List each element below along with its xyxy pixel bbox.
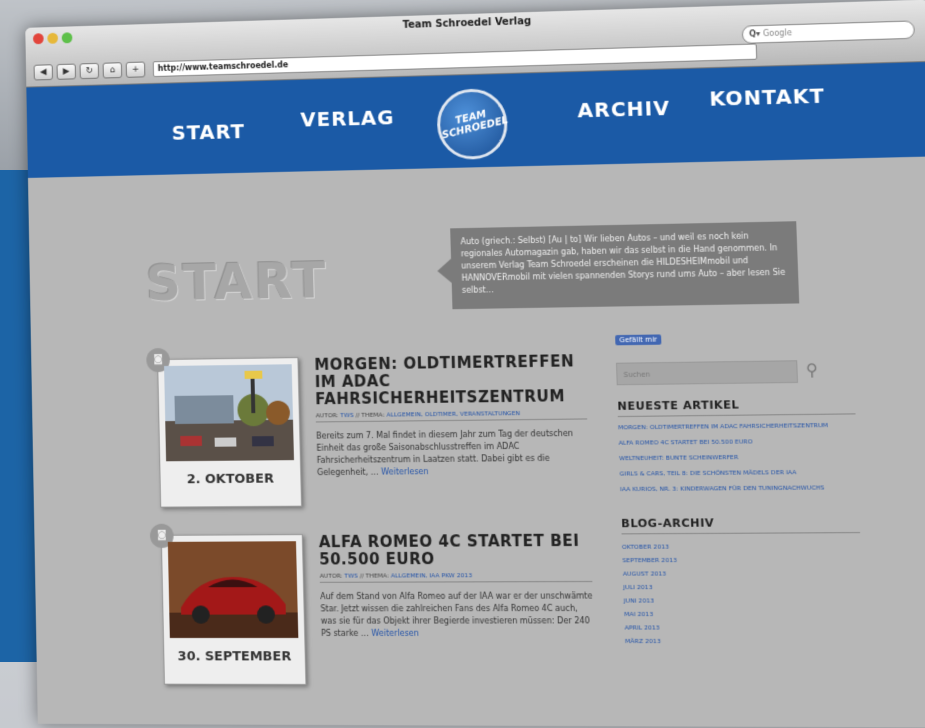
meta-author-label: AUTOR: bbox=[320, 573, 343, 580]
alfa-romeo-photo bbox=[168, 541, 299, 638]
facebook-like-button[interactable]: Gefällt mir bbox=[615, 334, 661, 345]
archive-link[interactable]: AUGUST 2013 bbox=[623, 567, 862, 581]
meta-thema-label: // THEMA: bbox=[355, 412, 384, 419]
post-meta: AUTOR: TWS // THEMA: ALLGEMEIN, OLDTIMER… bbox=[316, 409, 588, 422]
logo-text: TEAM SCHROEDEL bbox=[439, 105, 506, 141]
latest-article-link[interactable]: ALFA ROMEO 4C STARTET BEI 50.500 EURO bbox=[618, 436, 856, 448]
archive-link[interactable]: JUNI 2013 bbox=[624, 594, 863, 608]
blog-archive-heading: BLOG-ARCHIV bbox=[621, 515, 860, 534]
browser-toolbar: ◀ ▶ ↻ ⌂ + bbox=[34, 62, 146, 81]
nav-verlag[interactable]: VERLAG bbox=[300, 105, 395, 131]
latest-article-link[interactable]: WELTNEUHEIT: BUNTE SCHEINWERFER bbox=[619, 452, 857, 463]
archive-list: OKTOBER 2013 SEPTEMBER 2013 AUGUST 2013 … bbox=[622, 539, 865, 648]
sidebar: Gefällt mir Suchen ⚲ NEUESTE ARTIKEL MORG… bbox=[615, 323, 865, 648]
blog-post: ◙ 30. SEPTEMBER ALFA ROMEO 4C STARTET BE… bbox=[161, 532, 601, 534]
latest-article-link[interactable]: IAA KURIOS, NR. 3: KINDERWAGEN FÜR DEN T… bbox=[620, 483, 859, 494]
browser-search-placeholder: Google bbox=[763, 28, 792, 38]
latest-article-link[interactable]: MORGEN: OLDTIMERTREFFEN IM ADAC FAHRSICH… bbox=[618, 421, 856, 433]
meta-author-label: AUTOR: bbox=[316, 412, 339, 419]
reload-button[interactable]: ↻ bbox=[80, 63, 100, 79]
post-excerpt: Bereits zum 7. Mal findet in diesem Jahr… bbox=[316, 428, 589, 480]
search-prefix: Q▾ bbox=[749, 29, 760, 38]
latest-article-link[interactable]: GIRLS & CARS, TEIL 8: DIE SCHÖNSTEN MÄDE… bbox=[619, 467, 857, 478]
team-schroedel-logo[interactable]: TEAM SCHROEDEL bbox=[436, 88, 508, 160]
post-body: MORGEN: OLDTIMERTREFFEN IM ADAC FAHRSICH… bbox=[314, 353, 589, 479]
post-title-link[interactable]: ALFA ROMEO 4C STARTET BEI 50.500 EURO bbox=[319, 532, 592, 568]
post-body: ALFA ROMEO 4C STARTET BEI 50.500 EURO AU… bbox=[319, 532, 595, 639]
archive-link[interactable]: SEPTEMBER 2013 bbox=[622, 553, 861, 567]
excerpt-text: Bereits zum 7. Mal findet in diesem Jahr… bbox=[316, 429, 573, 477]
excerpt-text: Auf dem Stand von Alfa Romeo auf der IAA… bbox=[320, 591, 593, 638]
archive-link[interactable]: JULI 2013 bbox=[623, 580, 862, 594]
read-more-link[interactable]: Weiterlesen bbox=[371, 629, 419, 638]
post-thumbnail[interactable]: ◙ 2. OKTOBER bbox=[157, 357, 302, 508]
post-meta: AUTOR: TWS // THEMA: ALLGEMEIN, IAA PKW … bbox=[320, 572, 593, 583]
post-title-link[interactable]: MORGEN: OLDTIMERTREFFEN IM ADAC FAHRSICH… bbox=[314, 353, 587, 408]
read-more-link[interactable]: Weiterlesen bbox=[381, 467, 429, 477]
post-date: 2. OKTOBER bbox=[160, 471, 300, 487]
intro-box: Auto (griech.: Selbst) [Au | to] Wir lie… bbox=[450, 221, 799, 309]
browser-search-input[interactable]: Q▾ Google bbox=[742, 20, 915, 44]
page-title: START bbox=[145, 251, 328, 312]
author-link[interactable]: TWS bbox=[340, 412, 354, 419]
back-button[interactable]: ◀ bbox=[34, 64, 53, 80]
browser-window: Team Schroedel Verlag Q▾ Google ◀ ▶ ↻ ⌂ … bbox=[25, 0, 925, 728]
add-bookmark-button[interactable]: + bbox=[126, 62, 146, 78]
post-date: 30. SEPTEMBER bbox=[164, 649, 305, 664]
page-content: START Auto (griech.: Selbst) [Au | to] W… bbox=[28, 156, 925, 727]
forward-button[interactable]: ▶ bbox=[57, 64, 76, 80]
archive-link[interactable]: MAI 2013 bbox=[624, 607, 864, 621]
car-meet-photo bbox=[164, 364, 294, 461]
archive-link[interactable]: OKTOBER 2013 bbox=[622, 539, 861, 554]
post-thumbnail[interactable]: ◙ 30. SEPTEMBER bbox=[161, 534, 307, 685]
home-button[interactable]: ⌂ bbox=[103, 62, 123, 78]
search-icon[interactable]: ⚲ bbox=[806, 360, 819, 380]
latest-articles-heading: NEUESTE ARTIKEL bbox=[617, 397, 855, 417]
author-link[interactable]: TWS bbox=[344, 573, 358, 580]
nav-start[interactable]: START bbox=[171, 119, 245, 145]
blog-post: ◙ 2. OKTOBER MORGEN: OLDTIMERTREFFEN IM … bbox=[157, 353, 595, 359]
nav-archiv[interactable]: ARCHIV bbox=[577, 96, 670, 123]
meta-thema-label: // THEMA: bbox=[360, 572, 389, 579]
nav-kontakt[interactable]: KONTAKT bbox=[709, 83, 825, 111]
tags-links[interactable]: ALLGEMEIN, IAA PKW 2013 bbox=[391, 572, 473, 579]
tags-links[interactable]: ALLGEMEIN, OLDTIMER, VERANSTALTUNGEN bbox=[386, 410, 520, 419]
archive-link[interactable]: APRIL 2013 bbox=[624, 621, 864, 635]
post-excerpt: Auf dem Stand von Alfa Romeo auf der IAA… bbox=[320, 590, 594, 640]
sidebar-search-input[interactable]: Suchen bbox=[616, 360, 798, 385]
archive-link[interactable]: MÄRZ 2013 bbox=[625, 635, 865, 649]
